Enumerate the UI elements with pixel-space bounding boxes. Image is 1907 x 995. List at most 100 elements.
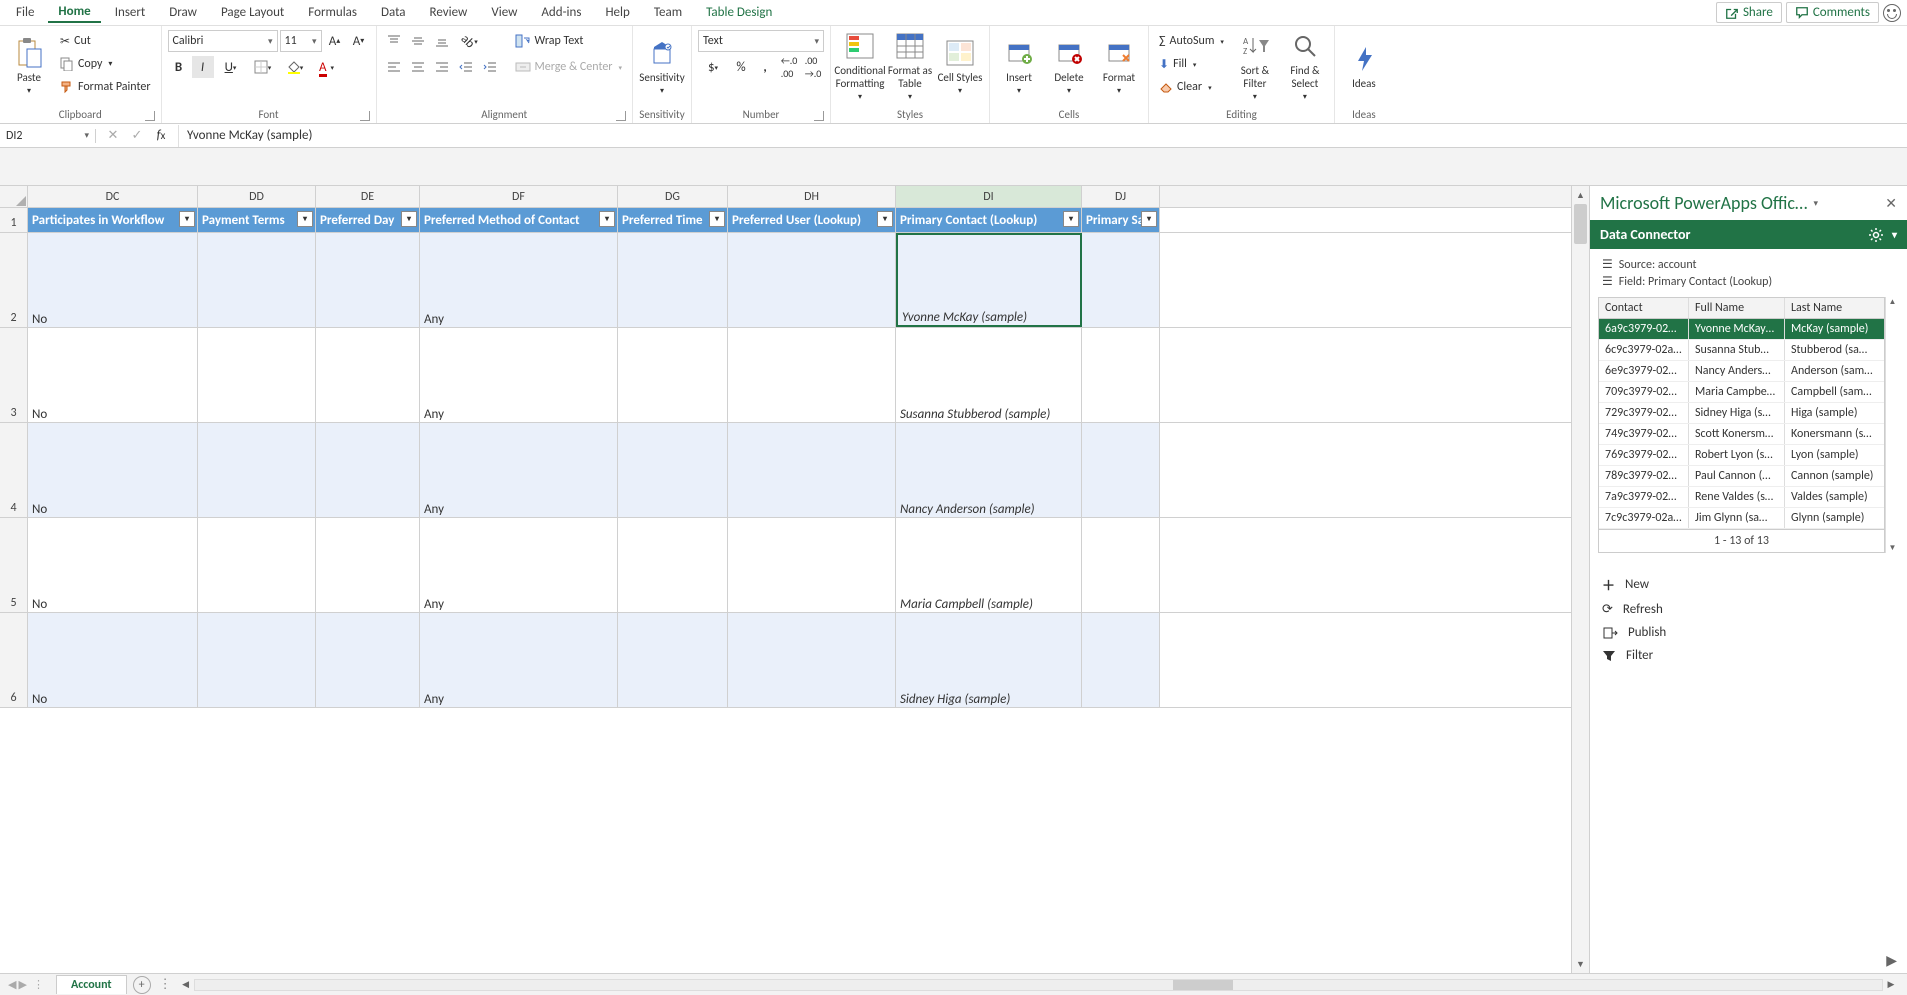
filter-button[interactable]: ▾ [1141, 211, 1157, 227]
feedback-icon[interactable] [1883, 4, 1901, 22]
menu-draw[interactable]: Draw [159, 3, 207, 22]
col-header-de[interactable]: DE [316, 186, 420, 207]
cell[interactable]: No [28, 518, 198, 612]
cell[interactable] [1082, 328, 1160, 422]
align-left-button[interactable] [383, 56, 405, 78]
col-lastname[interactable]: Last Name [1785, 298, 1884, 318]
align-middle-button[interactable] [407, 30, 429, 52]
cell[interactable]: No [28, 613, 198, 707]
menu-page-layout[interactable]: Page Layout [211, 3, 294, 22]
taskpane-menu-button[interactable]: ▾ [1892, 228, 1897, 241]
copy-button[interactable]: Copy▾ [56, 53, 155, 75]
col-contact[interactable]: Contact [1599, 298, 1689, 318]
decrease-font-button[interactable]: A▾ [348, 30, 370, 52]
menu-help[interactable]: Help [595, 3, 639, 22]
cell-primary-contact[interactable]: Sidney Higa (sample) [896, 613, 1082, 707]
col-fullname[interactable]: Full Name [1689, 298, 1785, 318]
sheet-prev-button[interactable]: ◀ [8, 978, 16, 991]
col-header-dc[interactable]: DC [28, 186, 198, 207]
sort-filter-button[interactable]: AZSort & Filter▾ [1232, 30, 1278, 102]
menu-addins[interactable]: Add-ins [531, 3, 591, 22]
underline-button[interactable]: U▾ [216, 56, 246, 78]
col-header-dj[interactable]: DJ [1082, 186, 1160, 207]
taskpane-close-button[interactable]: ✕ [1885, 195, 1897, 212]
cell[interactable]: Any [420, 233, 618, 327]
cell[interactable] [1082, 233, 1160, 327]
taskpane-nav-forward[interactable]: ▶ [1590, 948, 1907, 973]
dialog-launcher-icon[interactable] [145, 111, 155, 121]
cell[interactable] [198, 328, 316, 422]
comma-button[interactable]: , [754, 56, 776, 78]
delete-cells-button[interactable]: Delete▾ [1046, 30, 1092, 102]
menu-view[interactable]: View [481, 3, 527, 22]
lookup-scrollbar[interactable]: ▲▼ [1885, 297, 1899, 553]
clear-button[interactable]: Clear▾ [1155, 76, 1228, 98]
cell-primary-contact[interactable]: Nancy Anderson (sample) [896, 423, 1082, 517]
format-as-table-button[interactable]: Format as Table▾ [887, 30, 933, 102]
horizontal-scrollbar[interactable]: ⋮ ◀ ▶ [159, 977, 1899, 992]
increase-indent-button[interactable] [479, 56, 501, 78]
lookup-row[interactable]: 6c9c3979-02a… Susanna Stub… Stubberod (s… [1599, 340, 1884, 361]
row-header[interactable]: 6 [0, 613, 28, 707]
bold-button[interactable]: B [168, 56, 190, 78]
cell[interactable] [198, 423, 316, 517]
scroll-up-button[interactable]: ▲ [1572, 186, 1589, 204]
merge-center-button[interactable]: Merge & Center▾ [511, 56, 627, 78]
ideas-button[interactable]: Ideas [1341, 30, 1387, 102]
col-header-dd[interactable]: DD [198, 186, 316, 207]
cell[interactable]: Any [420, 518, 618, 612]
enter-formula-button[interactable]: ✓ [126, 125, 148, 147]
cell[interactable] [618, 423, 728, 517]
cell[interactable] [1082, 423, 1160, 517]
cell[interactable] [316, 423, 420, 517]
cell-styles-button[interactable]: Cell Styles▾ [937, 30, 983, 102]
filter-button[interactable]: ▾ [709, 211, 725, 227]
row-header[interactable]: 3 [0, 328, 28, 422]
col-header-dh[interactable]: DH [728, 186, 896, 207]
fx-button[interactable]: fx [150, 125, 172, 147]
cell-primary-contact[interactable]: Yvonne McKay (sample) [896, 233, 1082, 327]
share-button[interactable]: Share [1716, 2, 1782, 23]
col-header-df[interactable]: DF [420, 186, 618, 207]
cell-primary-contact[interactable]: Susanna Stubberod (sample) [896, 328, 1082, 422]
cell[interactable] [198, 613, 316, 707]
cell[interactable] [728, 233, 896, 327]
fill-button[interactable]: ⬇Fill▾ [1155, 53, 1228, 75]
font-color-button[interactable]: A▾ [312, 56, 342, 78]
align-bottom-button[interactable] [431, 30, 453, 52]
filter-button[interactable]: ▾ [599, 211, 615, 227]
scroll-left-button[interactable]: ◀ [178, 979, 194, 990]
menu-home[interactable]: Home [48, 2, 100, 23]
menu-team[interactable]: Team [644, 3, 692, 22]
col-header-di[interactable]: DI [896, 186, 1082, 207]
filter-button[interactable]: ▾ [877, 211, 893, 227]
conditional-formatting-button[interactable]: Conditional Formatting▾ [837, 30, 883, 102]
align-center-button[interactable] [407, 56, 429, 78]
cell[interactable] [618, 233, 728, 327]
filter-button[interactable]: ▾ [297, 211, 313, 227]
publish-button[interactable]: Publish [1602, 621, 1895, 644]
cell[interactable]: Any [420, 613, 618, 707]
align-right-button[interactable] [431, 56, 453, 78]
percent-button[interactable]: % [730, 56, 752, 78]
borders-button[interactable]: ▾ [248, 56, 278, 78]
sheet-tab-account[interactable]: Account [56, 975, 127, 994]
increase-font-button[interactable]: A▴ [324, 30, 346, 52]
sheet-next-button[interactable]: ▶ [18, 978, 26, 991]
cell-primary-contact[interactable]: Maria Campbell (sample) [896, 518, 1082, 612]
lookup-row[interactable]: 6a9c3979-02a… Yvonne McKay… McKay (sampl… [1599, 319, 1884, 340]
menu-review[interactable]: Review [420, 3, 478, 22]
font-size-select[interactable]: 11▾ [280, 30, 322, 52]
refresh-button[interactable]: ⟳Refresh [1602, 598, 1895, 621]
row-header[interactable]: 5 [0, 518, 28, 612]
menu-insert[interactable]: Insert [105, 3, 156, 22]
scroll-thumb[interactable] [1574, 204, 1587, 244]
filter-button[interactable]: Filter [1602, 644, 1895, 667]
menu-formulas[interactable]: Formulas [298, 3, 367, 22]
filter-button[interactable]: ▾ [1063, 211, 1079, 227]
find-select-button[interactable]: Find & Select▾ [1282, 30, 1328, 102]
name-box[interactable]: DI2▾ [0, 129, 96, 143]
cell[interactable] [618, 613, 728, 707]
col-header-dg[interactable]: DG [618, 186, 728, 207]
format-painter-button[interactable]: Format Painter [56, 76, 155, 98]
